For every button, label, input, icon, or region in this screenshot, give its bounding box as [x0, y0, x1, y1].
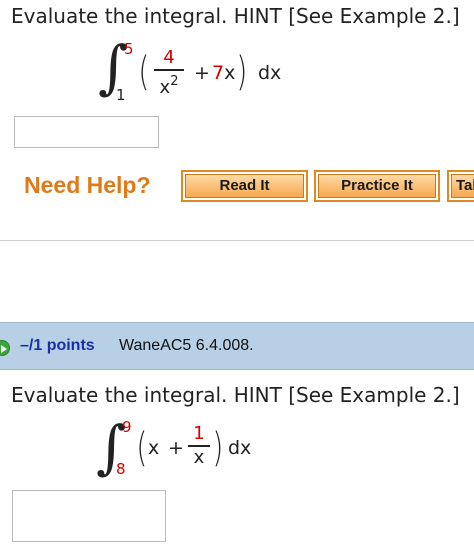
fraction-denominator: x [193, 446, 205, 468]
upper-limit: 9 [122, 418, 132, 436]
problem-2-integral: ∫ 9 8 ( x + 1 x ) dx [96, 416, 266, 486]
right-paren: ) [236, 49, 248, 95]
plus-sign: + [168, 437, 184, 459]
left-paren: ( [138, 49, 150, 95]
plus-sign: + [194, 62, 210, 84]
problem-1-integral: ∫ 5 1 ( 4 x2 + 7x ) dx [98, 36, 298, 106]
expand-arrow-icon[interactable] [0, 340, 10, 356]
lower-limit: 1 [116, 86, 126, 104]
fraction-denominator: x2 [159, 73, 179, 98]
problem-2-answer-input[interactable] [12, 490, 166, 542]
need-help-label: Need Help? [24, 172, 151, 198]
points-label: –/1 points [20, 337, 95, 354]
problem-1-answer-input[interactable] [14, 116, 159, 148]
problem-2-prompt: Evaluate the integral. HINT [See Example… [11, 383, 460, 407]
fraction-numerator: 1 [193, 423, 205, 444]
practice-it-label: Practice It [318, 174, 436, 198]
talk-to-tutor-label: Talk to a Tutor [451, 174, 474, 198]
read-it-label: Read It [185, 174, 304, 198]
upper-limit: 5 [124, 40, 134, 58]
problem-code: WaneAC5 6.4.008. [119, 337, 254, 354]
right-paren: ) [212, 425, 224, 471]
left-paren: ( [136, 425, 148, 471]
differential: dx [228, 437, 252, 459]
talk-to-tutor-button[interactable]: Talk to a Tutor [447, 170, 474, 202]
lower-limit: 8 [116, 460, 126, 478]
linear-term: 7x [212, 62, 236, 84]
problem-1-prompt: Evaluate the integral. HINT [See Example… [11, 4, 460, 28]
fraction-bar [154, 69, 184, 71]
differential: dx [258, 62, 282, 84]
problem-2-header-bar: –/1 points WaneAC5 6.4.008. [0, 322, 474, 370]
fraction-numerator: 4 [163, 47, 175, 68]
fraction: 4 x2 [154, 48, 184, 98]
x-term: x [148, 437, 160, 459]
practice-it-button[interactable]: Practice It [314, 170, 440, 202]
read-it-button[interactable]: Read It [181, 170, 308, 202]
fraction: 1 x [188, 424, 210, 468]
section-divider [0, 240, 474, 241]
